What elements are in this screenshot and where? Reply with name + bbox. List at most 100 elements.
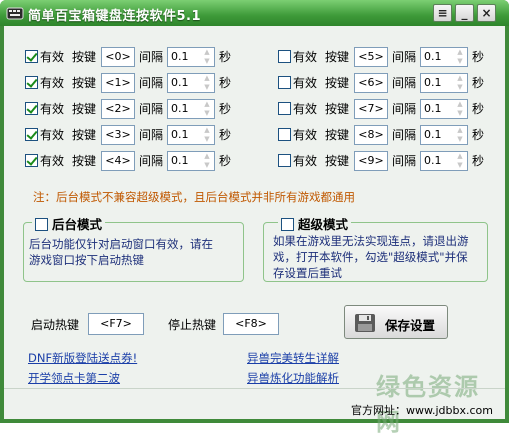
interval-unit: 秒: [472, 128, 485, 142]
footer-url[interactable]: www.jdbbx.com: [406, 404, 493, 417]
enable-label: 有效: [40, 102, 65, 116]
key-input[interactable]: <2>: [101, 99, 135, 119]
link-dnf-promo[interactable]: DNF新版登陆送点券!: [28, 350, 137, 366]
key-input[interactable]: <1>: [101, 73, 135, 93]
spin-up-icon[interactable]: ▲: [200, 152, 214, 161]
interval-spinner[interactable]: 0.1 ▲ ▼: [167, 73, 215, 93]
stop-hotkey-input[interactable]: <F8>: [223, 313, 279, 335]
spin-down-icon[interactable]: ▼: [453, 135, 467, 144]
start-hotkey-input[interactable]: <F7>: [88, 313, 144, 335]
interval-value: 0.1: [171, 50, 189, 63]
key-input[interactable]: <0>: [101, 47, 135, 67]
background-mode-checkbox[interactable]: [35, 218, 48, 231]
spin-down-icon[interactable]: ▼: [453, 109, 467, 118]
spin-up-icon[interactable]: ▲: [200, 100, 214, 109]
interval-value: 0.1: [171, 128, 189, 141]
interval-value: 0.1: [171, 76, 189, 89]
spin-up-icon[interactable]: ▲: [453, 100, 467, 109]
key-label: 按键: [325, 102, 350, 116]
spin-down-icon[interactable]: ▼: [200, 161, 214, 170]
interval-spinner[interactable]: 0.1 ▲ ▼: [167, 151, 215, 171]
interval-spinner[interactable]: 0.1 ▲ ▼: [420, 125, 468, 145]
enable-checkbox[interactable]: [25, 128, 38, 141]
interval-spinner[interactable]: 0.1 ▲ ▼: [167, 47, 215, 67]
enable-checkbox[interactable]: [25, 154, 38, 167]
interval-value: 0.1: [424, 50, 442, 63]
menu-button[interactable]: ≡: [433, 4, 452, 22]
enable-label: 有效: [293, 154, 318, 168]
footer-divider: [4, 388, 505, 389]
key-label: 按键: [72, 76, 97, 90]
spin-down-icon[interactable]: ▼: [453, 161, 467, 170]
spin-up-icon[interactable]: ▲: [453, 126, 467, 135]
background-mode-title: 后台模式: [52, 217, 103, 232]
enable-label: 有效: [293, 128, 318, 142]
interval-label: 间隔: [139, 50, 164, 64]
super-mode-desc-line2: 戏，打开本软件，勾选"超级模式"并保: [273, 250, 468, 264]
super-mode-desc-line3: 存设置后重试: [273, 266, 342, 280]
enable-label: 有效: [40, 154, 65, 168]
footer-label: 官方网址：: [351, 404, 407, 417]
enable-checkbox[interactable]: [278, 128, 291, 141]
spin-down-icon[interactable]: ▼: [200, 57, 214, 66]
interval-unit: 秒: [472, 50, 485, 64]
enable-checkbox[interactable]: [25, 102, 38, 115]
spin-up-icon[interactable]: ▲: [200, 126, 214, 135]
interval-spinner[interactable]: 0.1 ▲ ▼: [420, 47, 468, 67]
super-mode-checkbox[interactable]: [281, 218, 294, 231]
super-mode-title-wrap[interactable]: 超级模式: [278, 214, 352, 233]
interval-value: 0.1: [424, 154, 442, 167]
background-mode-title-wrap[interactable]: 后台模式: [32, 214, 106, 233]
link-yishou-rebirth[interactable]: 异兽完美转生详解: [247, 350, 339, 366]
spin-down-icon[interactable]: ▼: [200, 135, 214, 144]
key-input[interactable]: <4>: [101, 151, 135, 171]
super-mode-desc: 如果在游戏里无法实现连点，请退出游 戏，打开本软件，勾选"超级模式"并保 存设置…: [273, 233, 469, 281]
enable-checkbox[interactable]: [278, 50, 291, 63]
enable-checkbox[interactable]: [278, 102, 291, 115]
spin-down-icon[interactable]: ▼: [200, 109, 214, 118]
interval-label: 间隔: [392, 50, 417, 64]
key-label: 按键: [325, 50, 350, 64]
minimize-button[interactable]: _: [455, 4, 474, 22]
spin-down-icon[interactable]: ▼: [453, 57, 467, 66]
spin-up-icon[interactable]: ▲: [453, 74, 467, 83]
key-label: 按键: [72, 102, 97, 116]
interval-value: 0.1: [171, 102, 189, 115]
save-settings-label: 保存设置: [385, 318, 436, 333]
interval-unit: 秒: [219, 128, 232, 142]
stop-hotkey-label: 停止热键: [168, 318, 217, 332]
key-label: 按键: [72, 154, 97, 168]
interval-spinner[interactable]: 0.1 ▲ ▼: [167, 99, 215, 119]
interval-label: 间隔: [139, 128, 164, 142]
spin-down-icon[interactable]: ▼: [200, 83, 214, 92]
interval-spinner[interactable]: 0.1 ▲ ▼: [420, 151, 468, 171]
save-settings-button[interactable]: 保存设置: [344, 305, 448, 339]
interval-spinner[interactable]: 0.1 ▲ ▼: [167, 125, 215, 145]
link-yishou-refine[interactable]: 异兽炼化功能解析: [247, 370, 339, 386]
enable-checkbox[interactable]: [25, 76, 38, 89]
spin-up-icon[interactable]: ▲: [200, 74, 214, 83]
close-button[interactable]: ×: [477, 4, 496, 22]
enable-checkbox[interactable]: [278, 76, 291, 89]
key-label: 按键: [325, 76, 350, 90]
spin-up-icon[interactable]: ▲: [453, 48, 467, 57]
enable-checkbox[interactable]: [25, 50, 38, 63]
key-input[interactable]: <8>: [354, 125, 388, 145]
spin-up-icon[interactable]: ▲: [453, 152, 467, 161]
spin-down-icon[interactable]: ▼: [453, 83, 467, 92]
key-label: 按键: [72, 128, 97, 142]
interval-spinner[interactable]: 0.1 ▲ ▼: [420, 73, 468, 93]
key-input[interactable]: <9>: [354, 151, 388, 171]
link-kaixue-card[interactable]: 开学领点卡第二波: [28, 370, 120, 386]
enable-label: 有效: [293, 50, 318, 64]
spin-up-icon[interactable]: ▲: [200, 48, 214, 57]
start-hotkey-label: 启动热键: [31, 318, 80, 332]
key-input[interactable]: <3>: [101, 125, 135, 145]
interval-spinner[interactable]: 0.1 ▲ ▼: [420, 99, 468, 119]
title-bar[interactable]: 简单百宝箱键盘连按软件5.1 ≡ _ ×: [0, 0, 509, 26]
key-input[interactable]: <5>: [354, 47, 388, 67]
key-input[interactable]: <7>: [354, 99, 388, 119]
key-input[interactable]: <6>: [354, 73, 388, 93]
interval-unit: 秒: [472, 102, 485, 116]
enable-checkbox[interactable]: [278, 154, 291, 167]
